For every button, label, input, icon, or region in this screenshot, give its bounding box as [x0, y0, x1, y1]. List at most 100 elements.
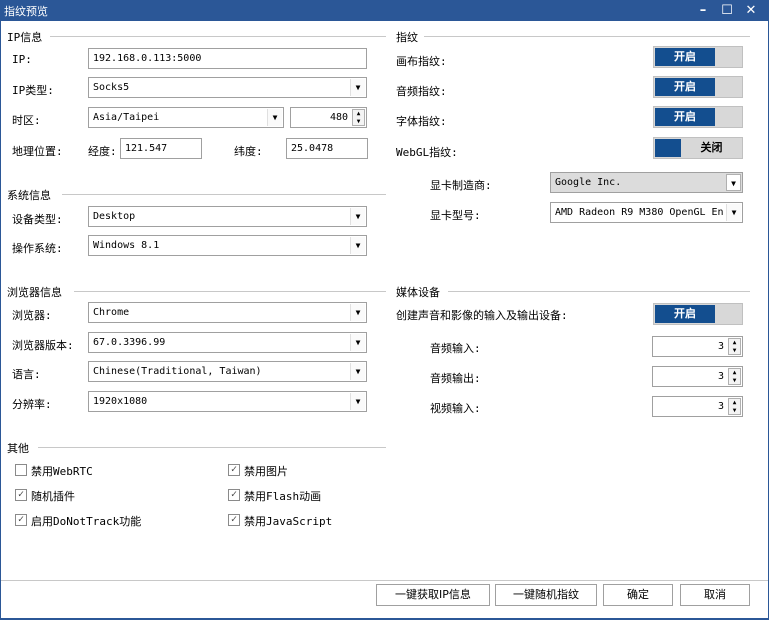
- spin-up-icon[interactable]: ▲: [353, 110, 364, 118]
- timezone-value: Asia/Taipei: [93, 112, 160, 123]
- checkbox-checked[interactable]: ✓: [228, 489, 240, 501]
- stepper-buttons: ▲ ▼: [352, 109, 365, 126]
- chevron-down-icon[interactable]: ▼: [267, 109, 282, 126]
- chevron-down-icon[interactable]: ▼: [350, 334, 365, 351]
- group-divider: [50, 36, 386, 37]
- audio-output-stepper[interactable]: 3 ▲ ▼: [652, 366, 743, 387]
- language-label: 语言:: [12, 368, 41, 381]
- ip-type-label: IP类型:: [12, 84, 54, 97]
- checkbox[interactable]: [15, 464, 27, 476]
- group-divider: [74, 291, 386, 292]
- create-media-label: 创建声音和影像的输入及输出设备:: [396, 309, 568, 322]
- gpu-vendor-value: Google Inc.: [555, 177, 622, 188]
- ok-button[interactable]: 确定: [603, 584, 673, 606]
- device-type-label: 设备类型:: [12, 213, 63, 226]
- audio-fp-toggle[interactable]: 开启: [653, 76, 743, 98]
- geo-label: 地理位置:: [12, 145, 63, 158]
- video-input-stepper[interactable]: 3 ▲ ▼: [652, 396, 743, 417]
- group-divider: [38, 447, 386, 448]
- os-select[interactable]: Windows 8.1 ▼: [88, 235, 367, 256]
- device-type-select[interactable]: Desktop ▼: [88, 206, 367, 227]
- checkbox-checked[interactable]: ✓: [15, 489, 27, 501]
- cancel-button[interactable]: 取消: [680, 584, 750, 606]
- random-fingerprint-button[interactable]: 一键随机指纹: [495, 584, 597, 606]
- chevron-down-icon[interactable]: ▼: [350, 363, 365, 380]
- footer-divider: [1, 580, 768, 581]
- create-media-toggle[interactable]: 开启: [653, 303, 743, 325]
- spin-up-icon[interactable]: ▲: [729, 399, 740, 407]
- ip-type-select[interactable]: Socks5 ▼: [88, 77, 367, 98]
- toggle-state: 开启: [655, 48, 715, 66]
- toggle-state: 关闭: [700, 141, 723, 154]
- gpu-model-label: 显卡型号:: [430, 209, 481, 222]
- audio-output-value: 3: [717, 371, 724, 382]
- ip-type-value: Socks5: [93, 82, 130, 93]
- audio-input-label: 音频输入:: [430, 342, 481, 355]
- option-label: 禁用Flash动画: [244, 490, 322, 503]
- spin-down-icon[interactable]: ▼: [729, 347, 740, 355]
- ip-field[interactable]: 192.168.0.113:5000: [88, 48, 367, 69]
- resolution-select[interactable]: 1920x1080 ▼: [88, 391, 367, 412]
- timezone-offset-value: 480: [329, 112, 348, 123]
- gpu-vendor-label: 显卡制造商:: [430, 179, 492, 192]
- font-fp-label: 字体指纹:: [396, 115, 447, 128]
- language-value: Chinese(Traditional, Taiwan): [93, 366, 262, 377]
- checkbox-checked[interactable]: ✓: [228, 464, 240, 476]
- gpu-model-value: AMD Radeon R9 M380 OpenGL En: [555, 207, 724, 218]
- spin-down-icon[interactable]: ▼: [353, 118, 364, 126]
- resolution-label: 分辨率:: [12, 398, 52, 411]
- checkbox-checked[interactable]: ✓: [228, 514, 240, 526]
- option-label: 禁用图片: [244, 465, 288, 478]
- longitude-label: 经度:: [88, 145, 117, 158]
- fingerprint-title: 指纹: [396, 29, 422, 45]
- spin-down-icon[interactable]: ▼: [729, 407, 740, 415]
- media-devices-title: 媒体设备: [396, 284, 444, 300]
- minimize-button[interactable]: –: [692, 0, 714, 21]
- canvas-fp-toggle[interactable]: 开启: [653, 46, 743, 68]
- option-label: 启用DoNotTrack功能: [31, 515, 142, 528]
- chevron-down-icon[interactable]: ▼: [350, 208, 365, 225]
- checkbox-checked[interactable]: ✓: [15, 514, 27, 526]
- timezone-select[interactable]: Asia/Taipei ▼: [88, 107, 284, 128]
- spin-up-icon[interactable]: ▲: [729, 339, 740, 347]
- language-select[interactable]: Chinese(Traditional, Taiwan) ▼: [88, 361, 367, 382]
- audio-output-label: 音频输出:: [430, 372, 481, 385]
- browser-version-select[interactable]: 67.0.3396.99 ▼: [88, 332, 367, 353]
- longitude-field[interactable]: 121.547: [120, 138, 202, 159]
- maximize-button[interactable]: ☐: [716, 0, 738, 21]
- gpu-vendor-select[interactable]: Google Inc. ▼: [550, 172, 743, 193]
- chevron-down-icon[interactable]: ▼: [350, 393, 365, 410]
- toggle-state: 开启: [655, 108, 715, 126]
- chevron-down-icon[interactable]: ▼: [350, 304, 365, 321]
- timezone-label: 时区:: [12, 114, 41, 127]
- font-fp-toggle[interactable]: 开启: [653, 106, 743, 128]
- toggle-knob: [655, 139, 681, 157]
- spin-down-icon[interactable]: ▼: [729, 377, 740, 385]
- video-input-value: 3: [717, 401, 724, 412]
- timezone-offset-stepper[interactable]: 480 ▲ ▼: [290, 107, 367, 128]
- window-title: 指纹预览: [4, 5, 48, 18]
- option-label: 禁用JavaScript: [244, 515, 333, 528]
- chevron-down-icon[interactable]: ▼: [726, 204, 741, 221]
- chevron-down-icon[interactable]: ▼: [350, 237, 365, 254]
- video-input-label: 视频输入:: [430, 402, 481, 415]
- close-button[interactable]: ✕: [740, 0, 762, 21]
- browser-version-label: 浏览器版本:: [12, 339, 74, 352]
- option-label: 随机插件: [31, 490, 75, 503]
- toggle-state: 开启: [655, 305, 715, 323]
- stepper-buttons: ▲ ▼: [728, 368, 741, 385]
- chevron-down-icon[interactable]: ▼: [726, 174, 741, 191]
- spin-up-icon[interactable]: ▲: [729, 369, 740, 377]
- chevron-down-icon[interactable]: ▼: [350, 79, 365, 96]
- latitude-field[interactable]: 25.0478: [286, 138, 368, 159]
- audio-input-value: 3: [717, 341, 724, 352]
- resolution-value: 1920x1080: [93, 396, 148, 407]
- audio-input-stepper[interactable]: 3 ▲ ▼: [652, 336, 743, 357]
- gpu-model-select[interactable]: AMD Radeon R9 M380 OpenGL En ▼: [550, 202, 743, 223]
- browser-value: Chrome: [93, 307, 130, 318]
- get-ip-info-button[interactable]: 一键获取IP信息: [376, 584, 490, 606]
- ip-info-title: IP信息: [7, 29, 47, 45]
- audio-fp-label: 音频指纹:: [396, 85, 447, 98]
- browser-select[interactable]: Chrome ▼: [88, 302, 367, 323]
- webgl-fp-toggle[interactable]: 关闭: [653, 137, 743, 159]
